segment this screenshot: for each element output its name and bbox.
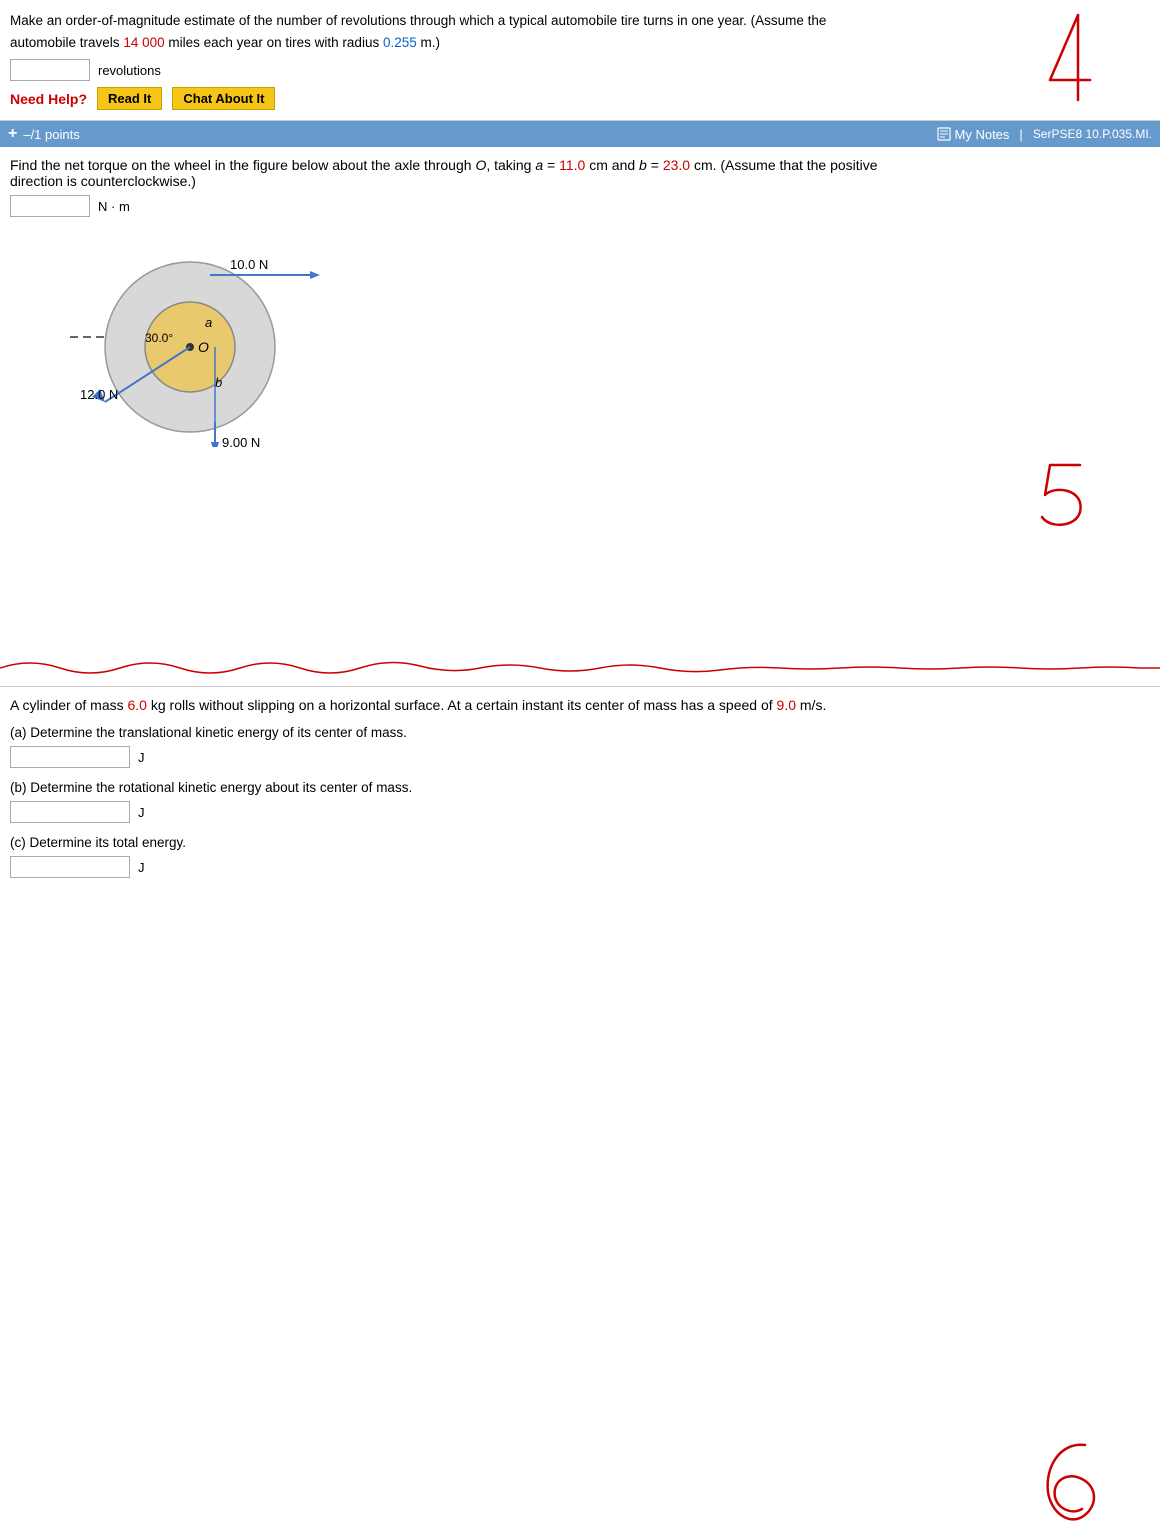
- answer-row-2: N · m: [10, 195, 1150, 217]
- handwritten-4: [1040, 5, 1100, 118]
- problem-3-section: A cylinder of mass 6.0 kg rolls without …: [0, 687, 1160, 987]
- section-header-right: My Notes | SerPSE8 10.P.035.MI.: [937, 127, 1152, 142]
- torque-text-3: =: [543, 157, 559, 173]
- chat-about-it-button[interactable]: Chat About It: [172, 87, 275, 110]
- problem-1-text-after: m.): [417, 35, 440, 50]
- answer-row-b: J: [10, 801, 1150, 823]
- torque-unit: N · m: [98, 199, 130, 214]
- val-a: 11.0: [559, 157, 585, 173]
- need-help-row: Need Help? Read It Chat About It: [10, 87, 1150, 110]
- unit-j-a: J: [138, 750, 145, 765]
- svg-text:30.0°: 30.0°: [145, 331, 173, 345]
- torque-text-5: =: [647, 157, 663, 173]
- var-O: O: [475, 157, 486, 173]
- revolutions-input[interactable]: [10, 59, 90, 81]
- svg-text:10.0 N: 10.0 N: [230, 257, 268, 272]
- sub-question-b: (b) Determine the rotational kinetic ene…: [10, 780, 1150, 823]
- cylinder-problem-text: A cylinder of mass 6.0 kg rolls without …: [10, 697, 910, 713]
- highlight-miles: 14 000: [123, 35, 164, 50]
- svg-text:12.0 N: 12.0 N: [80, 387, 118, 402]
- highlight-radius: 0.255: [383, 35, 417, 50]
- torque-text-1: Find the net torque on the wheel in the …: [10, 157, 475, 173]
- revolutions-unit: revolutions: [98, 63, 161, 78]
- problem-1-text-middle: miles each year on tires with radius: [165, 35, 383, 50]
- handwritten-5: [1030, 457, 1100, 540]
- my-notes-link[interactable]: My Notes: [937, 127, 1010, 142]
- handwritten-6: [1040, 1437, 1100, 1540]
- cyl-text-2: kg rolls without slipping on a horizonta…: [147, 697, 777, 713]
- book-ref: SerPSE8 10.P.035.MI.: [1033, 127, 1152, 141]
- total-energy-input[interactable]: [10, 856, 130, 878]
- problem-2-section: Find the net torque on the wheel in the …: [0, 147, 1160, 687]
- torque-text-2: , taking: [486, 157, 535, 173]
- val-b: 23.0: [663, 157, 690, 173]
- problem-1-section: Make an order-of-magnitude estimate of t…: [0, 0, 1160, 121]
- svg-text:9.00 N: 9.00 N: [222, 435, 260, 447]
- notes-icon: [937, 127, 951, 141]
- torque-problem-text: Find the net torque on the wheel in the …: [10, 157, 890, 189]
- answer-row-a: J: [10, 746, 1150, 768]
- section-header: + –/1 points My Notes | SerPSE8 10.P.035…: [0, 121, 1160, 147]
- separator: |: [1019, 127, 1022, 142]
- read-it-button[interactable]: Read It: [97, 87, 162, 110]
- var-b: b: [639, 157, 647, 173]
- sub-a-label: (a) Determine the translational kinetic …: [10, 725, 1150, 740]
- torque-input[interactable]: [10, 195, 90, 217]
- svg-text:a: a: [205, 315, 212, 330]
- cyl-speed: 9.0: [777, 697, 796, 713]
- unit-j-b: J: [138, 805, 145, 820]
- answer-row-1: revolutions: [10, 59, 1150, 81]
- cyl-text-1: A cylinder of mass: [10, 697, 128, 713]
- svg-text:b: b: [215, 375, 222, 390]
- sub-b-label: (b) Determine the rotational kinetic ene…: [10, 780, 1150, 795]
- svg-text:O: O: [198, 339, 209, 355]
- wheel-diagram: O a b 30.0° 10.0 N 12.0 N 9.00 N: [10, 227, 1150, 447]
- points-label: –/1 points: [23, 127, 79, 142]
- answer-row-c: J: [10, 856, 1150, 878]
- cyl-text-3: m/s.: [796, 697, 826, 713]
- plus-icon[interactable]: +: [8, 125, 17, 143]
- kinetic-translational-input[interactable]: [10, 746, 130, 768]
- sub-question-c: (c) Determine its total energy. J: [10, 835, 1150, 878]
- unit-j-c: J: [138, 860, 145, 875]
- sub-c-label: (c) Determine its total energy.: [10, 835, 1150, 850]
- cyl-mass: 6.0: [128, 697, 147, 713]
- problem-1-text: Make an order-of-magnitude estimate of t…: [10, 10, 890, 53]
- wheel-svg: O a b 30.0° 10.0 N 12.0 N 9.00 N: [10, 227, 350, 447]
- kinetic-rotational-input[interactable]: [10, 801, 130, 823]
- torque-text-4: cm and: [585, 157, 639, 173]
- section-header-left: + –/1 points: [8, 125, 80, 143]
- squiggly-divider: [0, 648, 1160, 686]
- sub-question-a: (a) Determine the translational kinetic …: [10, 725, 1150, 768]
- my-notes-label: My Notes: [955, 127, 1010, 142]
- var-a: a: [535, 157, 543, 173]
- need-help-label: Need Help?: [10, 91, 87, 107]
